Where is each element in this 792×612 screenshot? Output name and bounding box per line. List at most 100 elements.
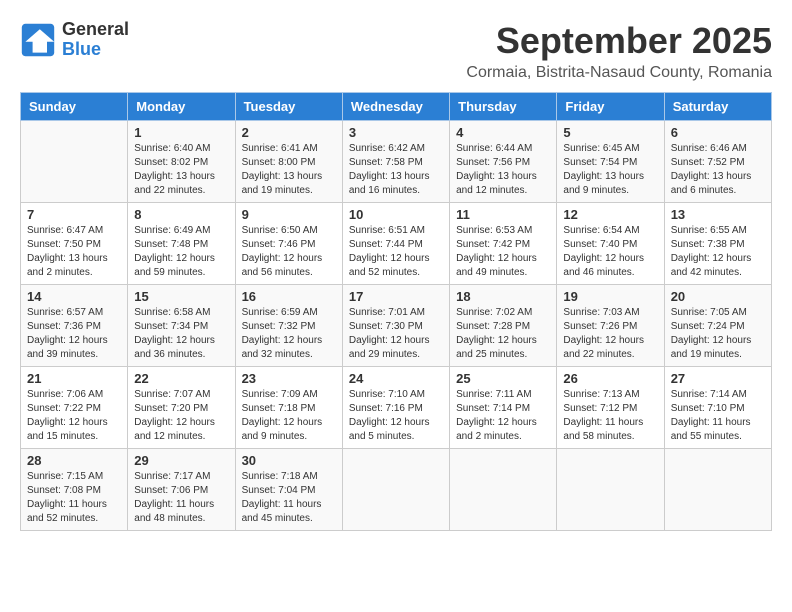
- day-info: Sunrise: 7:13 AM Sunset: 7:12 PM Dayligh…: [563, 388, 657, 444]
- weekday-friday: Friday: [557, 93, 664, 121]
- calendar-cell: 11 Sunrise: 6:53 AM Sunset: 7:42 PM Dayli…: [450, 203, 557, 285]
- calendar-cell: 22 Sunrise: 7:07 AM Sunset: 7:20 PM Dayli…: [128, 367, 235, 449]
- day-info: Sunrise: 7:17 AM Sunset: 7:06 PM Dayligh…: [134, 470, 228, 526]
- calendar-cell: 8 Sunrise: 6:49 AM Sunset: 7:48 PM Daylig…: [128, 203, 235, 285]
- day-number: 16: [242, 289, 336, 304]
- day-number: 13: [671, 207, 765, 222]
- calendar-cell: 27Sunrise: 7:14 AM Sunset: 7:10 PM Dayli…: [664, 367, 771, 449]
- calendar-cell: 7 Sunrise: 6:47 AM Sunset: 7:50 PM Daylig…: [21, 203, 128, 285]
- day-info: Sunrise: 7:07 AM Sunset: 7:20 PM Dayligh…: [134, 388, 228, 444]
- calendar-body: 1 Sunrise: 6:40 AM Sunset: 8:02 PM Daylig…: [21, 121, 772, 531]
- calendar-cell: 16Sunrise: 6:59 AM Sunset: 7:32 PM Dayli…: [235, 285, 342, 367]
- day-number: 17: [349, 289, 443, 304]
- day-number: 10: [349, 207, 443, 222]
- day-number: 26: [563, 371, 657, 386]
- calendar-cell: 15 Sunrise: 6:58 AM Sunset: 7:34 PM Dayli…: [128, 285, 235, 367]
- day-info: Sunrise: 7:10 AM Sunset: 7:16 PM Dayligh…: [349, 388, 443, 444]
- day-number: 9: [242, 207, 336, 222]
- day-number: 22: [134, 371, 228, 386]
- day-info: Sunrise: 6:58 AM Sunset: 7:34 PM Dayligh…: [134, 306, 228, 362]
- day-info: Sunrise: 7:06 AM Sunset: 7:22 PM Dayligh…: [27, 388, 121, 444]
- day-info: Sunrise: 6:53 AM Sunset: 7:42 PM Dayligh…: [456, 224, 550, 280]
- day-number: 15: [134, 289, 228, 304]
- day-info: Sunrise: 7:15 AM Sunset: 7:08 PM Dayligh…: [27, 470, 121, 526]
- calendar-cell: [342, 449, 449, 531]
- weekday-tuesday: Tuesday: [235, 93, 342, 121]
- calendar-cell: 13 Sunrise: 6:55 AM Sunset: 7:38 PM Dayli…: [664, 203, 771, 285]
- day-number: 8: [134, 207, 228, 222]
- day-info: Sunrise: 7:18 AM Sunset: 7:04 PM Dayligh…: [242, 470, 336, 526]
- calendar-cell: 26 Sunrise: 7:13 AM Sunset: 7:12 PM Dayli…: [557, 367, 664, 449]
- calendar-cell: 18Sunrise: 7:02 AM Sunset: 7:28 PM Dayli…: [450, 285, 557, 367]
- calendar-cell: 19 Sunrise: 7:03 AM Sunset: 7:26 PM Dayli…: [557, 285, 664, 367]
- day-info: Sunrise: 6:55 AM Sunset: 7:38 PM Dayligh…: [671, 224, 765, 280]
- calendar-cell: 12 Sunrise: 6:54 AM Sunset: 7:40 PM Dayli…: [557, 203, 664, 285]
- calendar-cell: 1 Sunrise: 6:40 AM Sunset: 8:02 PM Daylig…: [128, 121, 235, 203]
- calendar-cell: 6 Sunrise: 6:46 AM Sunset: 7:52 PM Daylig…: [664, 121, 771, 203]
- calendar-week-2: 7 Sunrise: 6:47 AM Sunset: 7:50 PM Daylig…: [21, 203, 772, 285]
- logo-text: General Blue: [62, 20, 129, 60]
- calendar-cell: 20Sunrise: 7:05 AM Sunset: 7:24 PM Dayli…: [664, 285, 771, 367]
- calendar-cell: [664, 449, 771, 531]
- calendar-cell: 17Sunrise: 7:01 AM Sunset: 7:30 PM Dayli…: [342, 285, 449, 367]
- calendar-cell: 21Sunrise: 7:06 AM Sunset: 7:22 PM Dayli…: [21, 367, 128, 449]
- day-info: Sunrise: 6:54 AM Sunset: 7:40 PM Dayligh…: [563, 224, 657, 280]
- day-info: Sunrise: 7:14 AM Sunset: 7:10 PM Dayligh…: [671, 388, 765, 444]
- weekday-wednesday: Wednesday: [342, 93, 449, 121]
- day-number: 19: [563, 289, 657, 304]
- calendar-week-4: 21Sunrise: 7:06 AM Sunset: 7:22 PM Dayli…: [21, 367, 772, 449]
- day-info: Sunrise: 7:05 AM Sunset: 7:24 PM Dayligh…: [671, 306, 765, 362]
- day-info: Sunrise: 7:03 AM Sunset: 7:26 PM Dayligh…: [563, 306, 657, 362]
- day-number: 12: [563, 207, 657, 222]
- calendar-cell: [21, 121, 128, 203]
- weekday-monday: Monday: [128, 93, 235, 121]
- weekday-sunday: Sunday: [21, 93, 128, 121]
- day-info: Sunrise: 6:51 AM Sunset: 7:44 PM Dayligh…: [349, 224, 443, 280]
- day-info: Sunrise: 6:50 AM Sunset: 7:46 PM Dayligh…: [242, 224, 336, 280]
- calendar-cell: 28 Sunrise: 7:15 AM Sunset: 7:08 PM Dayli…: [21, 449, 128, 531]
- day-info: Sunrise: 6:47 AM Sunset: 7:50 PM Dayligh…: [27, 224, 121, 280]
- calendar-cell: [450, 449, 557, 531]
- calendar-cell: 3Sunrise: 6:42 AM Sunset: 7:58 PM Daylig…: [342, 121, 449, 203]
- day-info: Sunrise: 7:11 AM Sunset: 7:14 PM Dayligh…: [456, 388, 550, 444]
- calendar-cell: 4Sunrise: 6:44 AM Sunset: 7:56 PM Daylig…: [450, 121, 557, 203]
- day-info: Sunrise: 6:49 AM Sunset: 7:48 PM Dayligh…: [134, 224, 228, 280]
- day-number: 14: [27, 289, 121, 304]
- logo-line2: Blue: [62, 40, 129, 60]
- day-info: Sunrise: 6:46 AM Sunset: 7:52 PM Dayligh…: [671, 142, 765, 198]
- weekday-header-row: SundayMondayTuesdayWednesdayThursdayFrid…: [21, 93, 772, 121]
- day-number: 1: [134, 125, 228, 140]
- calendar-subtitle: Cormaia, Bistrita-Nasaud County, Romania: [466, 64, 772, 82]
- weekday-saturday: Saturday: [664, 93, 771, 121]
- calendar-cell: 5Sunrise: 6:45 AM Sunset: 7:54 PM Daylig…: [557, 121, 664, 203]
- logo-line1: General: [62, 20, 129, 40]
- calendar-cell: 14Sunrise: 6:57 AM Sunset: 7:36 PM Dayli…: [21, 285, 128, 367]
- day-info: Sunrise: 6:41 AM Sunset: 8:00 PM Dayligh…: [242, 142, 336, 198]
- weekday-thursday: Thursday: [450, 93, 557, 121]
- day-info: Sunrise: 6:40 AM Sunset: 8:02 PM Dayligh…: [134, 142, 228, 198]
- day-number: 2: [242, 125, 336, 140]
- header: General Blue September 2025 Cormaia, Bis…: [20, 20, 772, 82]
- day-number: 29: [134, 453, 228, 468]
- calendar-cell: 30 Sunrise: 7:18 AM Sunset: 7:04 PM Dayli…: [235, 449, 342, 531]
- day-info: Sunrise: 6:44 AM Sunset: 7:56 PM Dayligh…: [456, 142, 550, 198]
- day-number: 30: [242, 453, 336, 468]
- calendar-table: SundayMondayTuesdayWednesdayThursdayFrid…: [20, 92, 772, 531]
- calendar-week-3: 14Sunrise: 6:57 AM Sunset: 7:36 PM Dayli…: [21, 285, 772, 367]
- calendar-week-1: 1 Sunrise: 6:40 AM Sunset: 8:02 PM Daylig…: [21, 121, 772, 203]
- calendar-cell: 9 Sunrise: 6:50 AM Sunset: 7:46 PM Daylig…: [235, 203, 342, 285]
- day-number: 24: [349, 371, 443, 386]
- day-number: 6: [671, 125, 765, 140]
- calendar-cell: 10 Sunrise: 6:51 AM Sunset: 7:44 PM Dayli…: [342, 203, 449, 285]
- calendar-title: September 2025: [466, 20, 772, 62]
- day-number: 28: [27, 453, 121, 468]
- day-number: 7: [27, 207, 121, 222]
- day-number: 25: [456, 371, 550, 386]
- logo: General Blue: [20, 20, 129, 60]
- calendar-week-5: 28 Sunrise: 7:15 AM Sunset: 7:08 PM Dayli…: [21, 449, 772, 531]
- day-info: Sunrise: 6:45 AM Sunset: 7:54 PM Dayligh…: [563, 142, 657, 198]
- logo-icon: [20, 22, 56, 58]
- day-info: Sunrise: 7:02 AM Sunset: 7:28 PM Dayligh…: [456, 306, 550, 362]
- day-number: 3: [349, 125, 443, 140]
- day-number: 11: [456, 207, 550, 222]
